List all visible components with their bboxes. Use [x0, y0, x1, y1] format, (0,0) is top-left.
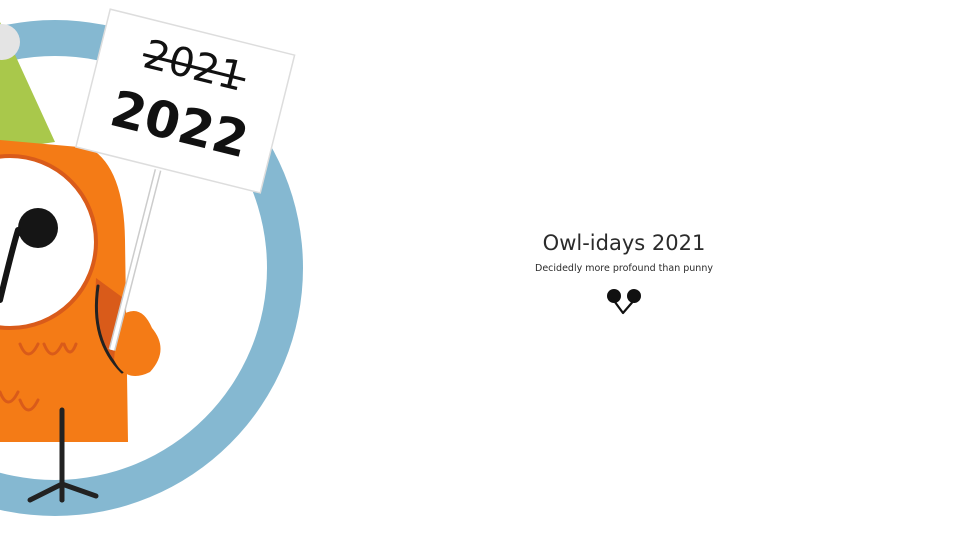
page-subtitle: Decidedly more profound than punny [535, 263, 713, 274]
title-block: Owl-idays 2021 Decidedly more profound t… [500, 228, 748, 316]
owl-pupil [18, 208, 58, 248]
owl-eyes-icon [607, 289, 641, 315]
owl-illustration: 2021 2022 [0, 8, 303, 516]
page-title: Owl-idays 2021 [542, 231, 706, 255]
